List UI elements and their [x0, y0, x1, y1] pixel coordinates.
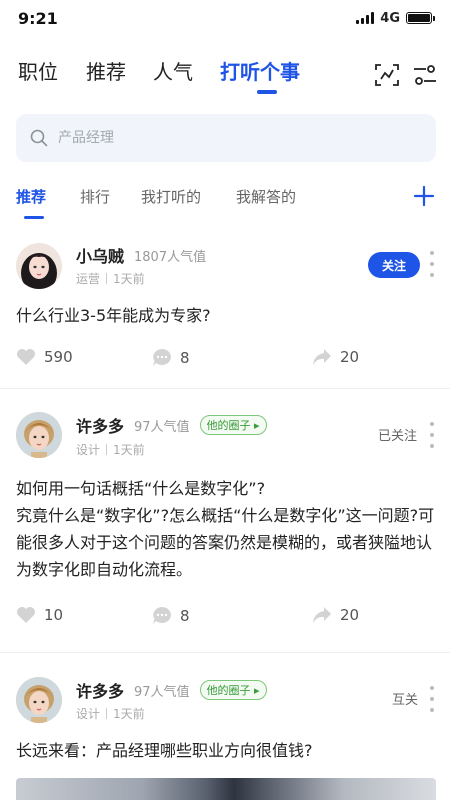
comment-button[interactable]: 8: [152, 606, 190, 625]
add-icon[interactable]: [412, 184, 436, 208]
search-bar[interactable]: [16, 114, 436, 162]
status-time: 9:21: [18, 8, 58, 28]
comment-icon: [153, 349, 171, 366]
author-row: 许多多 97人气值 他的圈子 ▸: [76, 678, 267, 702]
more-options-icon[interactable]: [428, 422, 436, 448]
post-meta: 设计 1天前: [76, 705, 145, 722]
heart-icon: [17, 349, 35, 365]
share-button[interactable]: 20: [312, 348, 359, 366]
comment-count: 8: [180, 348, 190, 367]
author-role: 设计: [76, 707, 101, 721]
post-text[interactable]: 长远来看：产品经理哪些职业方向很值钱?: [16, 737, 436, 764]
scan-icon[interactable]: [374, 62, 400, 88]
signal-icon: [356, 12, 375, 24]
author-role: 设计: [76, 443, 101, 457]
status-bar: 9:21 4G: [0, 0, 450, 36]
share-icon: [313, 607, 331, 623]
subtab-ranking[interactable]: 排行: [80, 186, 110, 207]
post-time: 1天前: [113, 443, 145, 457]
meta-divider: [106, 273, 108, 284]
battery-icon: [406, 12, 435, 24]
comment-icon: [153, 607, 171, 624]
author-name[interactable]: 许多多: [76, 413, 124, 437]
like-button[interactable]: 10: [16, 606, 63, 624]
subtab-my-asks[interactable]: 我打听的: [141, 186, 201, 207]
author-name[interactable]: 许多多: [76, 678, 124, 702]
comment-button[interactable]: 8: [152, 348, 190, 367]
search-icon: [30, 129, 48, 147]
heart-icon: [17, 607, 35, 623]
post-image[interactable]: [16, 778, 436, 800]
post-text[interactable]: 如何用一句话概括“什么是数字化”? 究竟什么是“数字化”?怎么概括“什么是数字化…: [16, 475, 436, 583]
subtab-my-answers[interactable]: 我解答的: [236, 186, 296, 207]
circle-tag[interactable]: 他的圈子 ▸: [199, 415, 267, 435]
tab-recommend[interactable]: 推荐: [86, 56, 126, 85]
popularity-score: 97人气值: [134, 684, 190, 700]
avatar[interactable]: [16, 243, 62, 289]
author-name[interactable]: 小乌贼: [76, 243, 124, 267]
active-subtab-indicator: [24, 216, 44, 219]
popularity-score: 97人气值: [134, 419, 190, 435]
popularity-score: 1807人气值: [134, 249, 207, 265]
subtab-recommend[interactable]: 推荐: [16, 186, 46, 207]
post-divider: [0, 652, 450, 653]
author-row: 许多多 97人气值 他的圈子 ▸: [76, 413, 267, 437]
following-status[interactable]: 已关注: [378, 425, 417, 444]
author-role: 运营: [76, 272, 101, 286]
circle-tag-label: 他的圈子: [206, 684, 251, 697]
post-time: 1天前: [113, 272, 145, 286]
post-time: 1天前: [113, 707, 145, 721]
tab-popular[interactable]: 人气: [153, 56, 193, 85]
more-options-icon[interactable]: [428, 686, 436, 712]
more-options-icon[interactable]: [428, 251, 436, 277]
follow-button[interactable]: 关注: [368, 252, 420, 278]
circle-tag[interactable]: 他的圈子 ▸: [199, 680, 267, 700]
meta-divider: [106, 444, 108, 455]
comment-count: 8: [180, 606, 190, 625]
meta-divider: [106, 708, 108, 719]
post-meta: 运营 1天前: [76, 270, 145, 287]
share-button[interactable]: 20: [312, 606, 359, 624]
like-count: 590: [44, 348, 73, 366]
circle-tag-label: 他的圈子: [206, 419, 251, 432]
avatar[interactable]: [16, 412, 62, 458]
avatar[interactable]: [16, 677, 62, 723]
author-row: 小乌贼 1807人气值: [76, 243, 206, 267]
share-count: 20: [340, 348, 360, 366]
filter-settings-icon[interactable]: [412, 62, 438, 88]
mutual-follow-status[interactable]: 互关: [392, 689, 418, 708]
active-tab-indicator: [257, 90, 277, 94]
like-count: 10: [44, 606, 64, 624]
like-button[interactable]: 590: [16, 348, 73, 366]
post-divider: [0, 388, 450, 389]
tab-ask-around[interactable]: 打听个事: [220, 56, 300, 85]
network-label: 4G: [380, 10, 400, 26]
post-text[interactable]: 什么行业3-5年能成为专家?: [16, 302, 436, 329]
status-indicators: 4G: [356, 10, 435, 26]
share-icon: [313, 349, 331, 365]
share-count: 20: [340, 606, 360, 624]
tab-jobs[interactable]: 职位: [18, 56, 58, 85]
sub-tabs: 推荐 排行 我打听的 我解答的: [0, 176, 450, 220]
top-nav: 职位 推荐 人气 打听个事: [0, 52, 450, 96]
post-meta: 设计 1天前: [76, 441, 145, 458]
search-input[interactable]: [58, 130, 388, 146]
